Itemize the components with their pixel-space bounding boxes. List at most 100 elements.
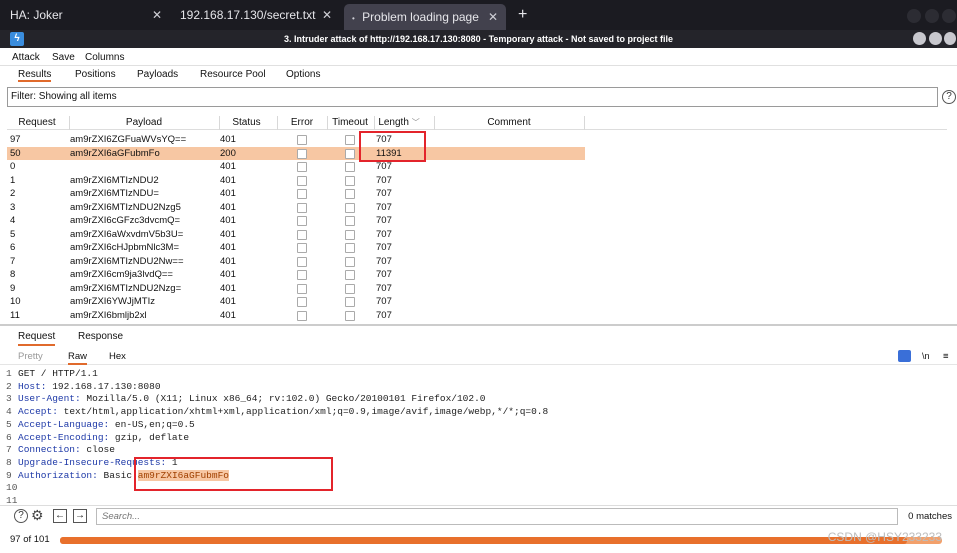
request-line: 6 Accept-Encoding: gzip, deflate: [6, 432, 957, 445]
column-header-timeout[interactable]: Timeout: [327, 117, 373, 128]
table-row[interactable]: 5 am9rZXI6aWxvdmV5b3U= 401 707: [7, 228, 585, 242]
timeout-checkbox: [345, 162, 355, 172]
tab-request[interactable]: Request: [18, 331, 56, 346]
tab-options[interactable]: Options: [286, 69, 320, 80]
timeout-checkbox: [345, 148, 355, 159]
new-tab-button[interactable]: +: [518, 0, 534, 30]
error-checkbox: [297, 229, 307, 240]
close-window-button[interactable]: [944, 32, 956, 45]
timeout-checkbox: [345, 243, 355, 253]
cell-status: 401: [220, 255, 236, 267]
tab-response[interactable]: Response: [78, 331, 123, 342]
cell-length: 707: [376, 215, 392, 226]
newline-toggle-button[interactable]: \n: [922, 351, 930, 361]
cell-request: 4: [10, 215, 16, 226]
column-header-payload[interactable]: Payload: [69, 117, 219, 128]
menu-save[interactable]: Save: [52, 52, 75, 63]
burp-logo-icon: ϟ: [10, 32, 24, 46]
help-icon[interactable]: ?: [942, 90, 956, 104]
tab-raw[interactable]: Raw: [68, 351, 88, 365]
table-row[interactable]: 8 am9rZXI6cm9ja3lvdQ== 401 707: [7, 268, 585, 282]
column-header-status[interactable]: Status: [219, 117, 274, 128]
table-row[interactable]: 0 401 707: [7, 160, 585, 174]
timeout-checkbox: [345, 297, 355, 307]
filter-bar[interactable]: Filter: Showing all items: [7, 87, 938, 107]
pane-splitter[interactable]: [0, 324, 957, 326]
browser-tab-secret[interactable]: 192.168.17.130/secret.txt ✕: [180, 0, 340, 30]
close-icon[interactable]: ✕: [322, 0, 332, 30]
minimize-button[interactable]: [907, 9, 921, 23]
line-number: 5: [6, 418, 12, 430]
help-icon[interactable]: ?: [14, 509, 28, 523]
search-bar: ? ⚙ ← → 0 matches: [0, 505, 957, 527]
request-line: 5 Accept-Language: en-US,en;q=0.5: [6, 419, 957, 432]
timeout-checkbox: [345, 189, 355, 199]
tab-positions[interactable]: Positions: [75, 69, 116, 80]
table-row[interactable]: 6 am9rZXI6cHJpbmNlc3M= 401 707: [7, 241, 585, 255]
error-checkbox: [297, 202, 307, 213]
browser-tab-title: HA: Joker: [10, 8, 63, 22]
cell-payload: am9rZXI6cHJpbmNlc3M=: [70, 242, 180, 253]
line-number: 3: [6, 393, 12, 405]
tab-hex[interactable]: Hex: [109, 351, 126, 362]
tab-results[interactable]: Results: [18, 69, 52, 82]
table-row[interactable]: 4 am9rZXI6cGFzc3dvcmQ= 401 707: [7, 214, 585, 228]
gear-icon[interactable]: ⚙: [31, 507, 44, 524]
column-header-comment[interactable]: Comment: [434, 117, 584, 128]
cell-status: 401: [220, 282, 236, 294]
error-checkbox: [297, 135, 307, 145]
cell-status: 401: [220, 228, 236, 240]
header-value: 192.168.17.130:8080: [46, 380, 161, 392]
wrap-lines-icon[interactable]: [898, 350, 911, 362]
table-row[interactable]: 1 am9rZXI6MTIzNDU2 401 707: [7, 174, 585, 188]
close-icon[interactable]: ✕: [152, 0, 162, 30]
previous-arrow-icon[interactable]: ←: [53, 509, 67, 523]
menu-icon[interactable]: ≡: [943, 351, 949, 362]
column-header-request[interactable]: Request: [12, 117, 62, 128]
cell-length: 707: [376, 161, 392, 172]
message-tabs: Request Response: [0, 328, 957, 346]
table-row[interactable]: 97 am9rZXI6ZGFuaWVsYQ== 401 707: [7, 133, 585, 147]
tab-pretty[interactable]: Pretty: [18, 351, 43, 362]
maximize-button[interactable]: [925, 9, 939, 23]
header-key: Accept-Language:: [18, 418, 110, 430]
cell-payload: am9rZXI6cGFzc3dvcmQ=: [70, 215, 181, 226]
browser-tab-bar: HA: Joker ✕ 192.168.17.130/secret.txt ✕ …: [0, 0, 957, 30]
cell-status: 401: [220, 134, 236, 145]
column-header-error[interactable]: Error: [277, 117, 327, 128]
menu-attack[interactable]: Attack: [12, 52, 40, 63]
browser-tab-problem[interactable]: • Problem loading page ✕: [344, 4, 506, 30]
line-number: 9: [6, 469, 12, 481]
header-value: text/html,application/xhtml+xml,applicat…: [57, 406, 549, 418]
cell-payload: am9rZXI6MTIzNDU2: [70, 174, 159, 186]
error-checkbox: [297, 256, 307, 267]
close-icon[interactable]: ✕: [488, 4, 498, 30]
table-row[interactable]: 7 am9rZXI6MTIzNDU2Nw== 401 707: [7, 255, 585, 269]
table-row[interactable]: 50 am9rZXI6aGFubmFo 200 11391: [7, 146, 585, 160]
cell-length: 707: [376, 282, 392, 294]
next-arrow-icon[interactable]: →: [73, 509, 87, 523]
table-row[interactable]: 9 am9rZXI6MTIzNDU2Nzg= 401 707: [7, 282, 585, 296]
table-row[interactable]: 11 am9rZXI6bmljb2xl 401 707: [7, 309, 585, 323]
close-window-button[interactable]: [942, 9, 956, 23]
error-checkbox: [297, 189, 307, 199]
minimize-button[interactable]: [913, 32, 926, 45]
column-header-length[interactable]: Length ﹀: [374, 117, 424, 128]
cell-request: 5: [10, 228, 16, 240]
table-row[interactable]: 2 am9rZXI6MTIzNDU= 401 707: [7, 187, 585, 201]
timeout-checkbox: [345, 229, 355, 240]
cell-payload: am9rZXI6ZGFuaWVsYQ==: [70, 134, 187, 145]
header-key: Accept-Encoding:: [18, 431, 110, 443]
tab-payloads[interactable]: Payloads: [137, 69, 178, 80]
table-row[interactable]: 10 am9rZXI6YWJjMTIz 401 707: [7, 295, 585, 309]
cell-payload: am9rZXI6MTIzNDU2Nzg5: [70, 201, 181, 213]
cell-payload: am9rZXI6cm9ja3lvdQ==: [70, 269, 173, 280]
menu-columns[interactable]: Columns: [85, 52, 124, 63]
cell-request: 0: [10, 161, 16, 172]
maximize-button[interactable]: [929, 32, 942, 45]
table-row[interactable]: 3 am9rZXI6MTIzNDU2Nzg5 401 707: [7, 201, 585, 215]
browser-tab-joker[interactable]: HA: Joker ✕: [10, 0, 170, 30]
search-input[interactable]: [96, 508, 898, 525]
cell-length: 707: [376, 174, 392, 186]
tab-resource-pool[interactable]: Resource Pool: [200, 69, 266, 80]
